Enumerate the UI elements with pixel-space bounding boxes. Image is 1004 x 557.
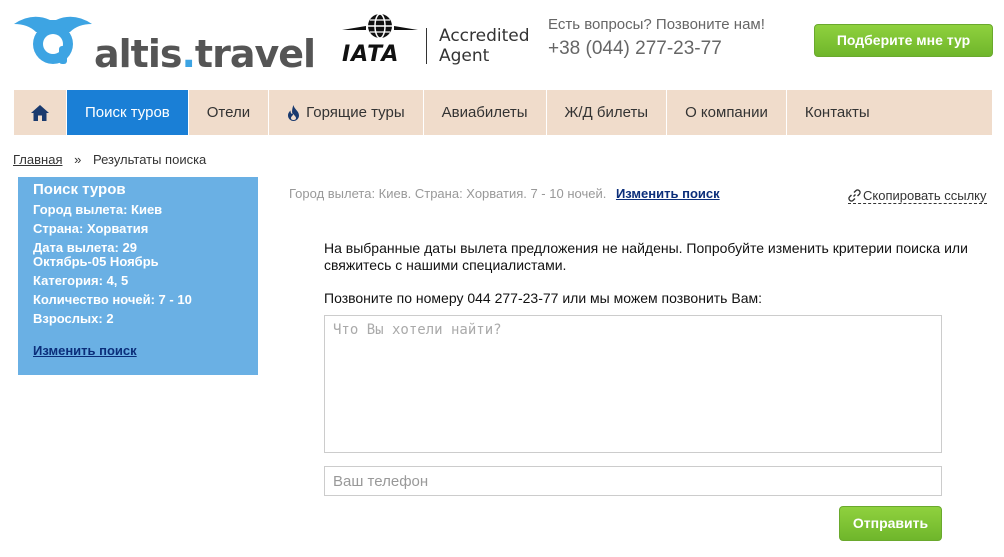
- contact-question: Есть вопросы? Позвоните нам!: [548, 16, 765, 33]
- nav-hot-tours[interactable]: Горящие туры: [269, 90, 424, 135]
- nav-flights[interactable]: Авиабилеты: [424, 90, 547, 135]
- sidebar-nights: Количество ночей: 7 - 10: [33, 292, 192, 307]
- phone-input[interactable]: [324, 466, 942, 496]
- change-search-link[interactable]: Изменить поиск: [616, 186, 720, 201]
- iata-globe-icon: [342, 13, 418, 39]
- site-header: altis.travel IATA Accredited Agent Есть …: [0, 0, 1004, 90]
- contact-phone[interactable]: +38 (044) 277-23-77: [548, 38, 722, 60]
- breadcrumb: Главная » Результаты поиска: [13, 152, 206, 167]
- link-icon: [848, 189, 861, 202]
- logo-wordmark: altis.travel: [94, 32, 316, 76]
- main-nav: Поиск туров Отели Горящие туры Авиабилет…: [14, 90, 992, 135]
- nav-contacts[interactable]: Контакты: [787, 90, 888, 135]
- home-icon: [31, 104, 49, 121]
- iata-wordmark: IATA: [342, 42, 400, 67]
- submit-button[interactable]: Отправить: [839, 506, 942, 541]
- nav-about[interactable]: О компании: [667, 90, 787, 135]
- nav-hotels[interactable]: Отели: [189, 90, 270, 135]
- nav-train-tickets[interactable]: Ж/Д билеты: [547, 90, 668, 135]
- search-criteria-summary: Город вылета: Киев. Страна: Хорватия. 7 …: [289, 186, 720, 201]
- breadcrumb-separator: »: [74, 152, 82, 167]
- request-textarea[interactable]: [324, 315, 942, 453]
- sidebar-departure-city: Город вылета: Киев: [33, 202, 163, 217]
- iata-accredited-text: Accredited Agent: [439, 26, 530, 66]
- site-logo[interactable]: altis.travel: [12, 10, 316, 76]
- logo-plane-icon: [14, 16, 92, 64]
- call-us-text: Позвоните по номеру 044 277-23-77 или мы…: [324, 290, 763, 306]
- fire-icon: [287, 104, 300, 121]
- sidebar-adults: Взрослых: 2: [33, 311, 114, 326]
- iata-divider: [426, 28, 427, 64]
- sidebar-country: Страна: Хорватия: [33, 221, 149, 236]
- sidebar-category: Категория: 4, 5: [33, 273, 129, 288]
- breadcrumb-current: Результаты поиска: [92, 152, 207, 167]
- no-results-message: На выбранные даты вылета предложения не …: [324, 240, 968, 273]
- breadcrumb-home-link[interactable]: Главная: [13, 152, 62, 167]
- sidebar-departure-date: Дата вылета: 29 Октябрь-05 Ноябрь: [33, 240, 159, 269]
- nav-tour-search[interactable]: Поиск туров: [67, 90, 189, 135]
- copy-link-button[interactable]: Скопировать ссылку: [848, 188, 987, 204]
- iata-badge: IATA Accredited Agent: [338, 12, 530, 68]
- sidebar-title: Поиск туров: [33, 181, 126, 198]
- pick-tour-button[interactable]: Подберите мне тур: [814, 24, 993, 57]
- nav-home[interactable]: [14, 90, 67, 135]
- sidebar-change-search-link[interactable]: Изменить поиск: [33, 343, 137, 358]
- search-summary-sidebar: Поиск туров Город вылета: Киев Страна: Х…: [18, 177, 258, 375]
